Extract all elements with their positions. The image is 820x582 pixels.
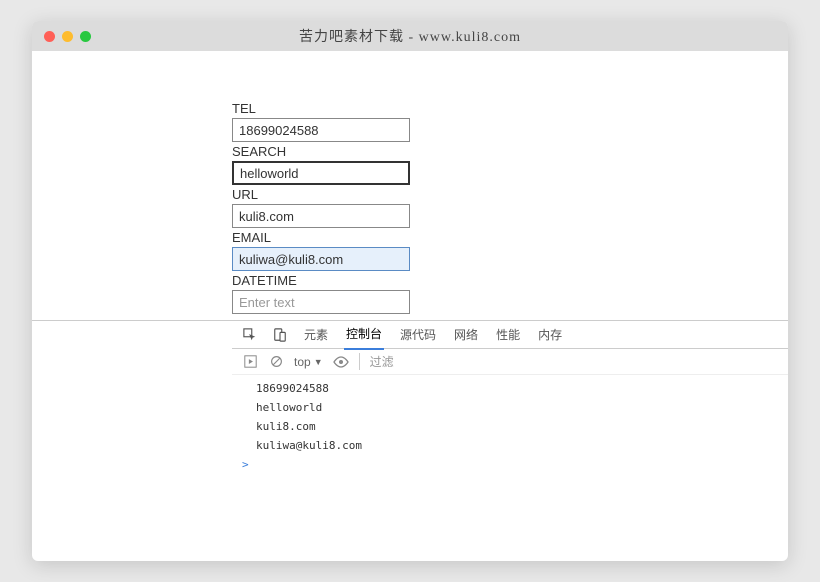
console-line: kuliwa@kuli8.com [232, 436, 788, 455]
console-output: 18699024588 helloworld kuli8.com kuliwa@… [232, 375, 788, 478]
email-label: EMAIL [232, 230, 788, 245]
filter-label[interactable]: 过滤 [359, 353, 394, 370]
email-input[interactable] [232, 247, 410, 271]
datetime-input[interactable] [232, 290, 410, 314]
clear-icon[interactable] [268, 354, 284, 370]
play-icon[interactable] [242, 354, 258, 370]
field-datetime: DATETIME [232, 273, 788, 314]
context-label: top [294, 355, 311, 369]
window-title: 苦力吧素材下载 - www.kuli8.com [32, 26, 788, 46]
search-input[interactable] [232, 161, 410, 185]
console-line: kuli8.com [232, 417, 788, 436]
field-tel: TEL [232, 101, 788, 142]
context-selector[interactable]: top ▼ [294, 355, 323, 369]
close-icon[interactable] [44, 31, 55, 42]
tab-elements[interactable]: 元素 [302, 320, 330, 349]
tab-network[interactable]: 网络 [452, 320, 480, 349]
inspect-icon[interactable] [242, 327, 258, 343]
maximize-icon[interactable] [80, 31, 91, 42]
titlebar: 苦力吧素材下载 - www.kuli8.com [32, 21, 788, 51]
tel-label: TEL [232, 101, 788, 116]
console-toolbar: top ▼ 过滤 [232, 349, 788, 375]
field-email: EMAIL [232, 230, 788, 271]
url-label: URL [232, 187, 788, 202]
app-window: 苦力吧素材下载 - www.kuli8.com TEL SEARCH URL E… [32, 21, 788, 561]
devtools-panel: 元素 控制台 源代码 网络 性能 内存 top ▼ [32, 320, 788, 478]
console-line: helloworld [232, 398, 788, 417]
window-controls [32, 31, 91, 42]
tab-performance[interactable]: 性能 [494, 320, 522, 349]
field-url: URL [232, 187, 788, 228]
console-prompt[interactable]: > [232, 455, 788, 474]
page-content: TEL SEARCH URL EMAIL DATETIME [32, 51, 788, 561]
chevron-down-icon: ▼ [314, 357, 323, 367]
datetime-label: DATETIME [232, 273, 788, 288]
tab-sources[interactable]: 源代码 [398, 320, 438, 349]
tab-console[interactable]: 控制台 [344, 319, 384, 350]
search-label: SEARCH [232, 144, 788, 159]
device-icon[interactable] [272, 327, 288, 343]
minimize-icon[interactable] [62, 31, 73, 42]
url-input[interactable] [232, 204, 410, 228]
tab-memory[interactable]: 内存 [536, 320, 564, 349]
eye-icon[interactable] [333, 354, 349, 370]
console-line: 18699024588 [232, 379, 788, 398]
devtools-tabs: 元素 控制台 源代码 网络 性能 内存 [232, 321, 788, 349]
tel-input[interactable] [232, 118, 410, 142]
field-search: SEARCH [232, 144, 788, 185]
